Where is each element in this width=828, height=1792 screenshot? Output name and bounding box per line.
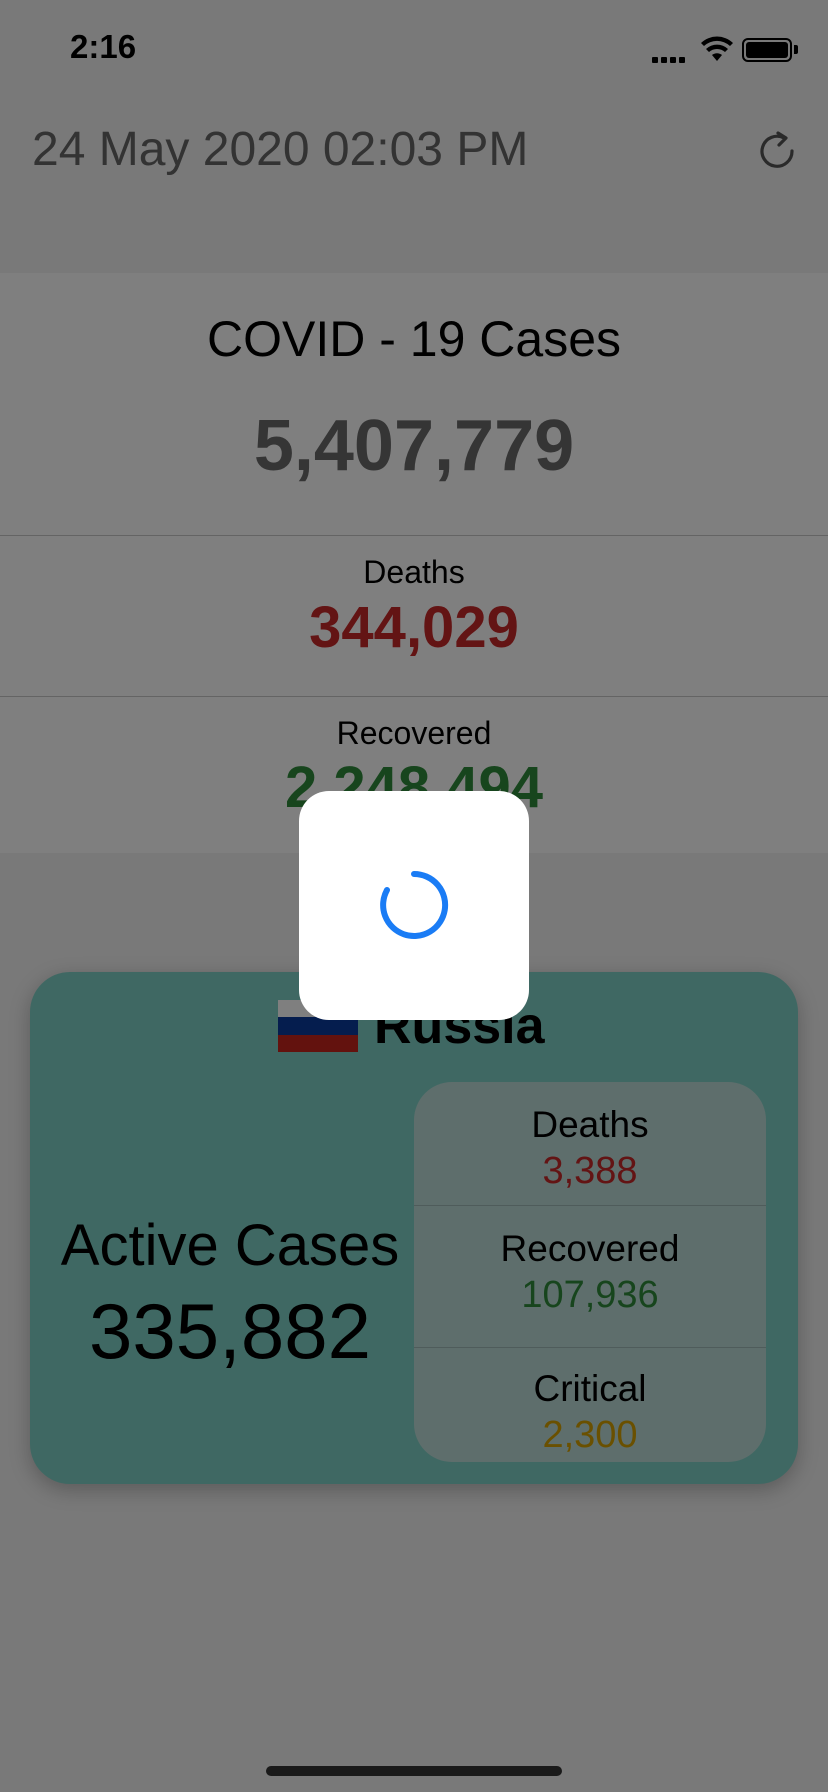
home-indicator[interactable] [266,1766,562,1776]
loading-spinner-icon [380,870,449,939]
